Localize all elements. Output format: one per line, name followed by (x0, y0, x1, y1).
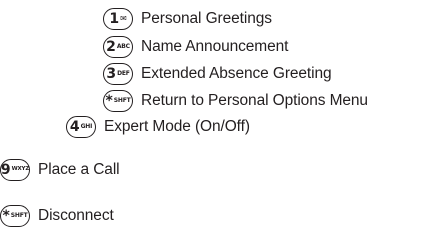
menu-item-expert-mode: 4 GHI Expert Mode (On/Off) (66, 114, 250, 140)
menu-item-return-to-personal-options: * SHFT Return to Personal Options Menu (103, 88, 368, 114)
key-2-icon: 2 ABC (103, 36, 133, 58)
menu-item-label: Place a Call (38, 161, 120, 179)
menu-item-name-announcement: 2 ABC Name Announcement (103, 34, 288, 60)
menu-item-label: Expert Mode (On/Off) (104, 118, 250, 136)
menu-item-disconnect: * SHFT Disconnect (0, 203, 114, 229)
key-9-icon: 9 WXYZ (0, 159, 30, 181)
key-1-icon: 1 ✉ (103, 8, 133, 30)
key-star-icon: * SHFT (103, 90, 133, 112)
menu-item-label: Disconnect (38, 207, 114, 225)
menu-item-label: Extended Absence Greeting (141, 65, 332, 83)
key-4-icon: 4 GHI (66, 116, 96, 138)
menu-item-place-a-call: 9 WXYZ Place a Call (0, 157, 120, 183)
menu-item-label: Name Announcement (141, 38, 289, 56)
menu-item-label: Return to Personal Options Menu (141, 92, 368, 110)
menu-item-extended-absence-greeting: 3 DEF Extended Absence Greeting (103, 61, 332, 87)
menu-item-label: Personal Greetings (141, 10, 272, 28)
menu-item-personal-greetings: 1 ✉ Personal Greetings (103, 6, 272, 32)
key-3-icon: 3 DEF (103, 63, 133, 85)
key-star-icon: * SHFT (0, 205, 30, 227)
